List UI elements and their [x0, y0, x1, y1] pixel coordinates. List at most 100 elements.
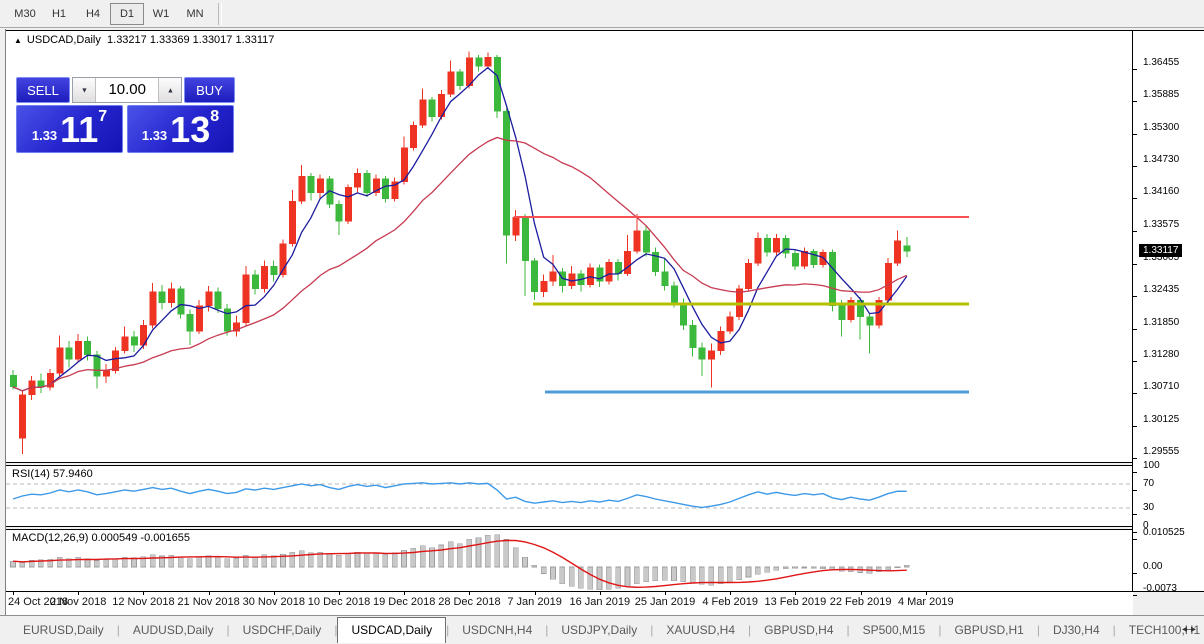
axis-tick-mark	[1133, 134, 1137, 135]
timeframe-button-h1[interactable]: H1	[42, 3, 76, 25]
sell-price-big: 11	[60, 113, 98, 147]
time-axis-label: 28 Dec 2018	[438, 596, 500, 608]
collapse-arrow-icon[interactable]: ▲	[14, 36, 22, 45]
price-axis-label: 1.36455	[1143, 57, 1179, 68]
macd-pane[interactable]: MACD(12,26,9) 0.000549 -0.001655	[6, 530, 1132, 591]
price-axis[interactable]: 1.364551.358851.353001.347301.341601.335…	[1133, 31, 1204, 591]
price-axis-label: 1.30125	[1143, 414, 1179, 425]
chart-tab-usdjpy-daily[interactable]: USDJPY,Daily	[548, 619, 650, 641]
spinner-up-icon: ▲	[166, 86, 173, 94]
volume-increase-button[interactable]: ▲	[158, 78, 181, 102]
axis-tick-mark	[1133, 101, 1137, 102]
macd-indicator-label: MACD(12,26,9) 0.000549 -0.001655	[12, 532, 190, 544]
chart-tab-gbpusd-h1[interactable]: GBPUSD,H1	[941, 619, 1036, 641]
buy-price-button[interactable]: 1.33 13 8	[127, 105, 234, 153]
volume-input[interactable]: 10.00	[96, 78, 158, 102]
axis-tick-mark	[1133, 198, 1137, 199]
rsi-pane[interactable]: RSI(14) 57.9460	[6, 466, 1132, 526]
axis-tick-mark	[1133, 361, 1137, 362]
time-axis-label: 25 Jan 2019	[635, 596, 696, 608]
chart-tab-sp500-m15[interactable]: SP500,M15	[850, 619, 939, 641]
chart-tab-eurusd-daily[interactable]: EURUSD,Daily	[10, 619, 117, 641]
timeframe-button-h4[interactable]: H4	[76, 3, 110, 25]
axis-tick-mark	[1133, 595, 1137, 596]
axis-tick-mark	[1133, 166, 1137, 167]
timeframe-button-m30[interactable]: M30	[8, 3, 42, 25]
time-tick-mark	[926, 592, 927, 595]
tab-scroll-arrows[interactable]: ◂▸	[1182, 624, 1200, 635]
chart-tab-audusd-daily[interactable]: AUDUSD,Daily	[120, 619, 227, 641]
time-tick-mark	[13, 592, 14, 595]
buy-price-prefix: 1.33	[142, 128, 167, 143]
macd-axis-label: 0.00	[1143, 561, 1162, 572]
time-tick-mark	[861, 592, 862, 595]
chart-tab-usdchf-daily[interactable]: USDCHF,Daily	[230, 619, 335, 641]
toolbar-separator	[218, 3, 222, 25]
time-axis-label: 16 Jan 2019	[570, 596, 631, 608]
macd-axis-label: 0.010525	[1143, 527, 1185, 538]
time-tick-mark	[143, 592, 144, 595]
axis-tick-mark	[1133, 393, 1137, 394]
one-click-trade-panel: SELL ▼ 10.00 ▲ BUY 1.33 11 7 1.33 13 8	[16, 77, 235, 153]
main-chart-pane[interactable]: ▲USDCAD,Daily 1.33217 1.33369 1.33017 1.…	[6, 31, 1132, 462]
time-tick-mark	[730, 592, 731, 595]
time-axis-label: 4 Feb 2019	[702, 596, 758, 608]
time-axis-label: 30 Nov 2018	[243, 596, 305, 608]
chart-title: ▲USDCAD,Daily 1.33217 1.33369 1.33017 1.…	[14, 34, 274, 46]
buy-button[interactable]: BUY	[184, 77, 235, 103]
time-tick-mark	[209, 592, 210, 595]
price-axis-label: 1.35300	[1143, 122, 1179, 133]
rsi-axis-label: 30	[1143, 502, 1154, 513]
time-tick-mark	[535, 592, 536, 595]
time-tick-mark	[78, 592, 79, 595]
time-tick-mark	[795, 592, 796, 595]
time-tick-mark	[600, 592, 601, 595]
sell-button[interactable]: SELL	[16, 77, 70, 103]
sell-price-sup: 7	[98, 108, 107, 126]
price-axis-label: 1.34160	[1143, 186, 1179, 197]
time-tick-mark	[665, 592, 666, 595]
price-axis-label: 1.29555	[1143, 446, 1179, 457]
price-axis-label: 1.30710	[1143, 381, 1179, 392]
axis-tick-mark	[1133, 264, 1137, 265]
current-price-badge: 1.33117	[1139, 244, 1182, 257]
chart-tab-dj30-h4[interactable]: DJ30,H4	[1040, 619, 1113, 641]
chart-tab-xauusd-h4[interactable]: XAUUSD,H4	[653, 619, 748, 641]
chart-tab-gbpusd-h4[interactable]: GBPUSD,H4	[751, 619, 846, 641]
buy-price-big: 13	[170, 113, 210, 147]
timeframe-toolbar: M30H1H4D1W1MN	[0, 0, 1204, 28]
time-tick-mark	[339, 592, 340, 595]
axis-tick-mark	[1133, 458, 1137, 459]
price-axis-label: 1.31850	[1143, 317, 1179, 328]
time-axis-label: 2 Nov 2018	[50, 596, 106, 608]
rsi-axis-label: 100	[1143, 460, 1160, 471]
time-axis[interactable]: 24 Oct 20182 Nov 201812 Nov 201821 Nov 2…	[6, 592, 1133, 615]
axis-tick-mark	[1133, 514, 1137, 515]
time-axis-label: 7 Jan 2019	[507, 596, 561, 608]
time-tick-mark	[274, 592, 275, 595]
rsi-chart-canvas[interactable]	[6, 466, 1132, 526]
axis-tick-mark	[1133, 532, 1137, 533]
axis-tick-mark	[1133, 573, 1137, 574]
time-axis-label: 10 Dec 2018	[308, 596, 370, 608]
axis-tick-mark	[1133, 329, 1137, 330]
price-axis-label: 1.31280	[1143, 349, 1179, 360]
time-tick-mark	[469, 592, 470, 595]
time-axis-label: 19 Dec 2018	[373, 596, 435, 608]
time-axis-label: 4 Mar 2019	[898, 596, 954, 608]
timeframe-button-d1[interactable]: D1	[110, 3, 144, 25]
macd-axis-label: -0.0073	[1143, 583, 1177, 594]
timeframe-button-mn[interactable]: MN	[178, 3, 212, 25]
buy-price-sup: 8	[210, 108, 219, 126]
sell-price-button[interactable]: 1.33 11 7	[16, 105, 123, 153]
chart-tab-bar: EURUSD,Daily|AUDUSD,Daily|USDCHF,Daily|U…	[0, 616, 1204, 644]
volume-decrease-button[interactable]: ▼	[73, 78, 96, 102]
chart-tab-usdcnh-h4[interactable]: USDCNH,H4	[449, 619, 545, 641]
chart-ohlc-values: 1.33217 1.33369 1.33017 1.33117	[107, 34, 274, 46]
axis-tick-mark	[1133, 426, 1137, 427]
price-axis-label: 1.35885	[1143, 89, 1179, 100]
timeframe-button-w1[interactable]: W1	[144, 3, 178, 25]
time-axis-label: 13 Feb 2019	[765, 596, 827, 608]
chart-tab-usdcad-daily[interactable]: USDCAD,Daily	[337, 617, 446, 643]
rsi-line	[13, 483, 907, 508]
